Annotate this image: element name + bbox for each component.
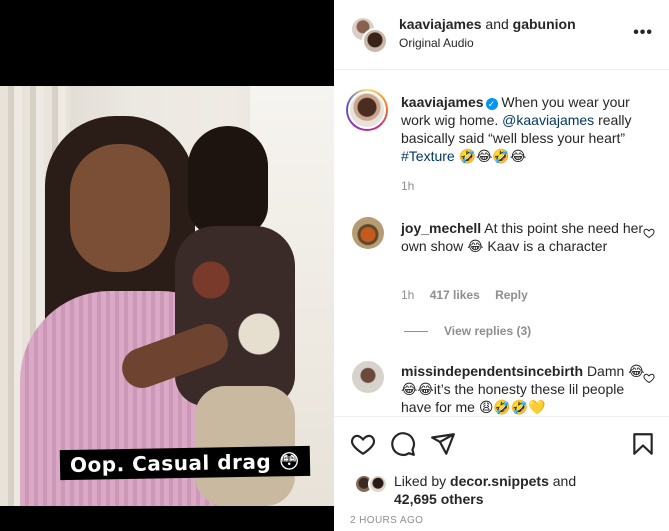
comment-username[interactable]: joy_mechell (401, 220, 481, 236)
comment-bubble-icon[interactable] (390, 431, 416, 457)
more-options-icon[interactable]: ••• (633, 24, 653, 42)
caption-text: kaaviajames ✓ When you wear your work wig… (401, 93, 649, 165)
mention-link[interactable]: @kaaviajames (502, 112, 594, 128)
comment-item: joy_mechell At this point she need her o… (334, 211, 669, 341)
woman-face (70, 144, 170, 272)
caption-row: kaaviajames ✓ When you wear your work wig… (334, 71, 669, 201)
avatar-kaaviajames[interactable] (362, 28, 388, 54)
likes-count-link[interactable]: 42,695 others (394, 491, 484, 507)
liked-by-summary: Liked by decor.snippets and 42,695 other… (350, 470, 660, 510)
video-player[interactable]: Oop. Casual drag 😳 (0, 86, 334, 506)
replies-divider (404, 331, 428, 333)
child-hair (188, 126, 268, 236)
caption-username[interactable]: kaaviajames (401, 94, 484, 110)
comment-text: joy_mechell At this point she need her o… (401, 219, 649, 255)
joiner-text: and (485, 16, 509, 32)
post-timestamp[interactable]: 2 HOURS AGO (350, 515, 423, 526)
comment-like-heart-icon[interactable] (643, 227, 655, 239)
comments-scroll-area[interactable]: kaaviajames ✓ When you wear your work wig… (334, 71, 669, 415)
username-link[interactable]: gabunion (513, 16, 576, 32)
hashtag-link[interactable]: #Texture (401, 148, 455, 164)
comment-like-heart-icon[interactable] (643, 372, 655, 384)
liked-by-text: Liked by decor.snippets and 42,695 other… (394, 472, 576, 508)
post-header: kaaviajames and gabunion Original Audio … (334, 0, 669, 70)
video-caption-overlay: Oop. Casual drag 😳 (59, 445, 311, 481)
caption-time: 1h (401, 179, 426, 193)
view-replies-button[interactable]: View replies (3) (404, 324, 531, 338)
username-link[interactable]: kaaviajames (399, 16, 482, 32)
liker-avatar[interactable] (368, 474, 388, 494)
caption-emojis: 🤣😂🤣😂 (458, 148, 527, 164)
like-heart-icon[interactable] (350, 431, 376, 457)
comment-time[interactable]: 1h (401, 288, 414, 302)
liked-by-and: and (552, 473, 577, 489)
save-bookmark-icon[interactable] (630, 431, 656, 457)
caption-timestamp[interactable]: 1h (401, 179, 414, 193)
author-avatar[interactable] (346, 89, 388, 131)
comment-meta: 1h 417 likes Reply (401, 288, 540, 302)
collab-avatars[interactable] (350, 16, 388, 54)
liker-avatars[interactable] (354, 474, 390, 494)
commenter-avatar[interactable] (352, 361, 384, 393)
commenter-avatar[interactable] (352, 217, 384, 249)
liker-username[interactable]: decor.snippets (450, 473, 549, 489)
view-replies-label: View replies (3) (444, 324, 532, 338)
comment-item: missindependentsincebirth Damn 😂😂😂it’s t… (334, 353, 669, 415)
post-side-panel: kaaviajames and gabunion Original Audio … (334, 0, 669, 531)
comment-text: missindependentsincebirth Damn 😂😂😂it’s t… (401, 362, 649, 415)
audio-link[interactable]: Original Audio (399, 36, 474, 50)
comment-username[interactable]: missindependentsincebirth (401, 363, 583, 379)
instagram-post-modal: Oop. Casual drag 😳 kaaviajames and gabun… (0, 0, 669, 531)
collab-usernames: kaaviajames and gabunion (399, 16, 576, 32)
post-media[interactable]: Oop. Casual drag 😳 (0, 0, 334, 531)
child-shirt (175, 226, 295, 406)
share-paper-plane-icon[interactable] (430, 431, 456, 457)
reply-button[interactable]: Reply (495, 288, 528, 302)
verified-badge-icon: ✓ (485, 98, 498, 110)
post-actions (334, 416, 669, 472)
liked-by-prefix: Liked by (394, 473, 447, 489)
comment-likes[interactable]: 417 likes (430, 288, 480, 302)
